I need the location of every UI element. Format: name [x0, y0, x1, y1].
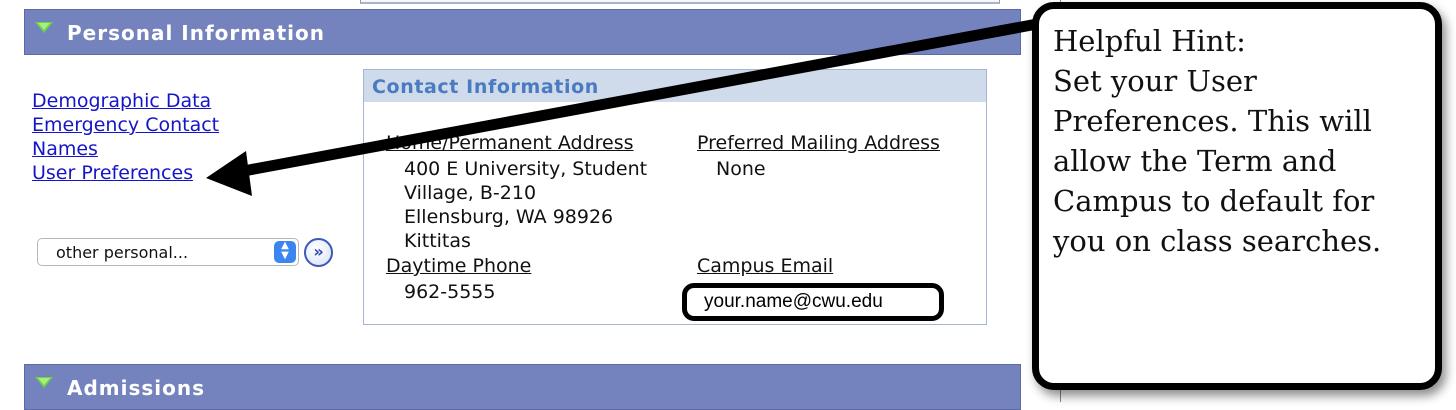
home-address-line: Kittitas: [404, 230, 471, 252]
link-user-preferences[interactable]: User Preferences: [32, 161, 219, 185]
campus-email-link[interactable]: Campus Email: [697, 254, 833, 278]
other-personal-select[interactable]: other personal... ▲ ▼: [37, 238, 299, 266]
hint-line: Campus to default for: [1053, 184, 1375, 218]
home-address-link[interactable]: Home/Permanent Address: [386, 131, 634, 155]
personal-info-links: Demographic Data Emergency Contact Names…: [32, 89, 219, 185]
section-title: Admissions: [67, 376, 206, 400]
home-address-line: Village, B-210: [404, 182, 537, 204]
expand-triangle-icon[interactable]: [35, 377, 53, 388]
previous-section-edge: [360, 0, 1000, 4]
preferred-mailing-link[interactable]: Preferred Mailing Address: [697, 131, 940, 155]
contact-title: Contact Information: [372, 76, 599, 98]
hint-line: allow the Term and: [1053, 144, 1337, 178]
daytime-phone-link[interactable]: Daytime Phone: [386, 254, 531, 278]
select-value: other personal...: [56, 243, 189, 262]
select-arrows-icon: ▲ ▼: [274, 241, 296, 263]
hint-line: you on class searches.: [1053, 224, 1382, 258]
preferred-mailing-value: None: [716, 158, 766, 180]
link-demographic-data[interactable]: Demographic Data: [32, 89, 219, 113]
expand-triangle-icon[interactable]: [35, 22, 53, 33]
home-address-line: Ellensburg, WA 98926: [404, 206, 614, 228]
section-title: Personal Information: [67, 21, 325, 45]
section-personal-information[interactable]: Personal Information: [24, 9, 1021, 55]
contact-header: Contact Information: [364, 70, 986, 102]
campus-email-value: your.name@cwu.edu: [704, 291, 883, 312]
hint-line: Preferences. This will: [1053, 104, 1372, 138]
hint-line: Helpful Hint:: [1053, 24, 1246, 58]
hint-text: Helpful Hint: Set your User Preferences.…: [1053, 21, 1425, 261]
link-emergency-contact[interactable]: Emergency Contact: [32, 113, 219, 137]
campus-email-callout: your.name@cwu.edu: [682, 283, 944, 321]
helpful-hint-callout: Helpful Hint: Set your User Preferences.…: [1032, 2, 1442, 390]
daytime-phone-value: 962-5555: [404, 281, 496, 303]
go-button[interactable]: »: [304, 238, 333, 267]
link-names[interactable]: Names: [32, 137, 219, 161]
hint-line: Set your User: [1053, 64, 1257, 98]
section-admissions[interactable]: Admissions: [24, 364, 1021, 410]
home-address-line: 400 E University, Student: [404, 158, 648, 180]
